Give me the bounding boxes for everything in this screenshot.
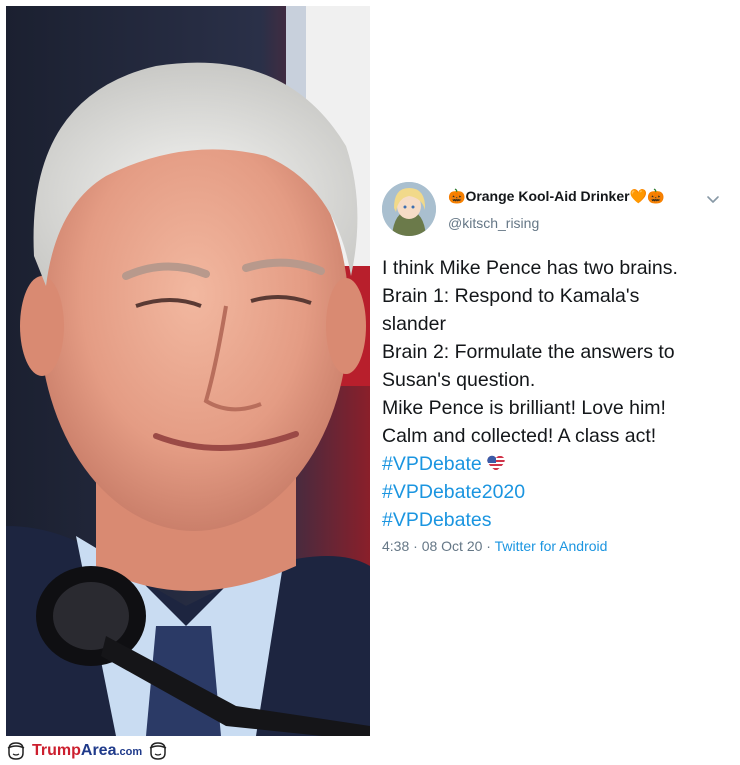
meta-separator: ·: [486, 538, 491, 554]
tweet-body: I think Mike Pence has two brains. Brain…: [382, 254, 732, 534]
chevron-down-icon[interactable]: [706, 192, 720, 206]
tweet-line: slander: [382, 313, 446, 335]
tweet-line: Mike Pence is brilliant! Love him!: [382, 397, 666, 419]
orange-heart-pumpkin-icon: 🧡🎃: [629, 189, 665, 205]
tweet-header: 🎃Orange Kool-Aid Drinker🧡🎃 @kitsch_risin…: [382, 178, 732, 240]
hashtag-line: #VPDebate: [382, 450, 732, 478]
user-handle[interactable]: @kitsch_rising: [448, 215, 539, 231]
mascot-face-icon: [7, 742, 25, 760]
tweet-source[interactable]: Twitter for Android: [495, 538, 608, 554]
watermark-trump: Trump: [32, 742, 81, 759]
usa-heart-icon: [487, 455, 505, 471]
watermark: TrumpArea.com: [6, 739, 216, 763]
pumpkin-icon: 🎃: [448, 189, 466, 205]
tweet-line: I think Mike Pence has two brains.: [382, 257, 678, 279]
politician-photo: [6, 6, 370, 736]
mascot-face-icon: [149, 742, 167, 760]
watermark-area: Area: [80, 742, 117, 759]
tweet-line: Susan's question.: [382, 369, 536, 391]
display-name[interactable]: 🎃Orange Kool-Aid Drinker🧡🎃: [448, 188, 664, 205]
tweet-meta: 4:38 · 08 Oct 20 · Twitter for Android: [382, 538, 732, 554]
display-name-text: Orange Kool-Aid Drinker: [465, 188, 630, 204]
hashtag-line: #VPDebates: [382, 506, 732, 534]
tweet-card: 🎃Orange Kool-Aid Drinker🧡🎃 @kitsch_risin…: [382, 178, 732, 554]
meta-separator: ·: [413, 538, 418, 554]
avatar[interactable]: [382, 182, 436, 236]
tweet-time: 4:38: [382, 538, 410, 554]
hashtag-line: #VPDebate2020: [382, 478, 732, 506]
tweet-line: Brain 2: Formulate the answers to: [382, 341, 675, 363]
hashtag-vpdebate2020[interactable]: #VPDebate2020: [382, 481, 525, 503]
hashtag-vpdebate[interactable]: #VPDebate: [382, 453, 482, 475]
tweet-line: Calm and collected! A class act!: [382, 425, 657, 447]
watermark-com: .com: [116, 746, 143, 758]
hashtag-vpdebates[interactable]: #VPDebates: [382, 509, 492, 531]
tweet-date: 08 Oct 20: [421, 538, 483, 554]
tweet-line: Brain 1: Respond to Kamala's: [382, 285, 640, 307]
watermark-brand: TrumpArea.com: [32, 742, 142, 760]
